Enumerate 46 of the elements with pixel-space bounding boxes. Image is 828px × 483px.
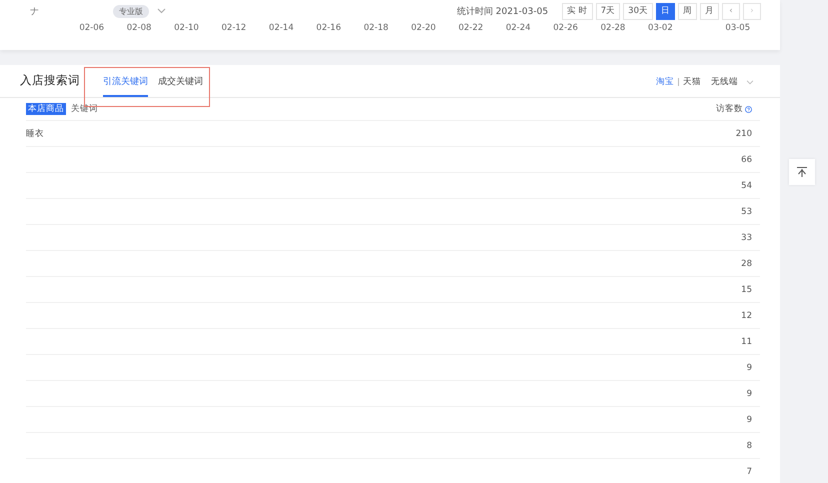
range-button[interactable]: 30天 xyxy=(623,2,653,20)
range-button[interactable]: 月 xyxy=(700,2,719,20)
visitor-count: 9 xyxy=(746,362,752,372)
edition-badge: 专业版 xyxy=(113,4,149,18)
axis-label: 02-14 xyxy=(268,23,295,33)
keyword-tab[interactable]: 引流关键词 xyxy=(103,75,148,97)
axis-label: 03-02 xyxy=(647,23,674,33)
visitor-count: 15 xyxy=(741,284,752,294)
axis-label: 02-06 xyxy=(78,23,106,33)
visitor-count: 66 xyxy=(741,154,752,164)
device-dropdown[interactable]: 无线端 xyxy=(711,76,738,88)
column-heading: 访客数 xyxy=(716,103,743,115)
range-button[interactable]: 周 xyxy=(678,2,697,20)
platform-link[interactable]: 天猫 xyxy=(683,76,701,88)
keyword-cell: 睡衣 xyxy=(26,128,44,140)
axis-label: 02-26 xyxy=(552,23,579,33)
visitor-count: 33 xyxy=(741,232,752,242)
visitor-count: 8 xyxy=(746,440,752,450)
range-button[interactable]: 7天 xyxy=(596,2,620,20)
range-button[interactable]: 实 时 xyxy=(562,2,593,20)
visitor-count: 11 xyxy=(741,336,752,346)
visitor-count: 28 xyxy=(741,258,752,268)
stat-time: 统计时间 2021-03-05 xyxy=(456,6,548,18)
keyword-tab[interactable]: 成交关键词 xyxy=(158,75,203,97)
panel-title: 入店搜索词 xyxy=(20,73,81,89)
visitor-count: 9 xyxy=(746,414,752,424)
range-button[interactable]: 日 xyxy=(656,2,675,20)
axis-label: 02-22 xyxy=(457,23,484,33)
axis-label: 02-28 xyxy=(600,23,626,33)
axis-label: 02-20 xyxy=(410,23,437,33)
axis-label: 03-05 xyxy=(724,23,752,33)
axis-label: 02-10 xyxy=(173,23,200,33)
platform-link[interactable]: 淘宝 xyxy=(656,76,674,88)
axis-label: 02-24 xyxy=(504,23,532,33)
axis-label: 02-08 xyxy=(126,23,152,33)
visitor-count: 210 xyxy=(736,128,752,138)
shop-name: ナ xyxy=(30,6,40,18)
axis-label: 02-16 xyxy=(315,23,342,33)
axis-label: 02-18 xyxy=(362,23,390,33)
visitor-count: 54 xyxy=(741,180,752,190)
axis-label: 02-12 xyxy=(220,23,248,33)
visitor-count: 9 xyxy=(746,388,752,398)
visitor-count: 53 xyxy=(741,206,752,216)
scope-badge: 本店商品 xyxy=(26,103,66,115)
visitor-count: 12 xyxy=(741,310,752,320)
visitor-count: 7 xyxy=(746,466,752,476)
